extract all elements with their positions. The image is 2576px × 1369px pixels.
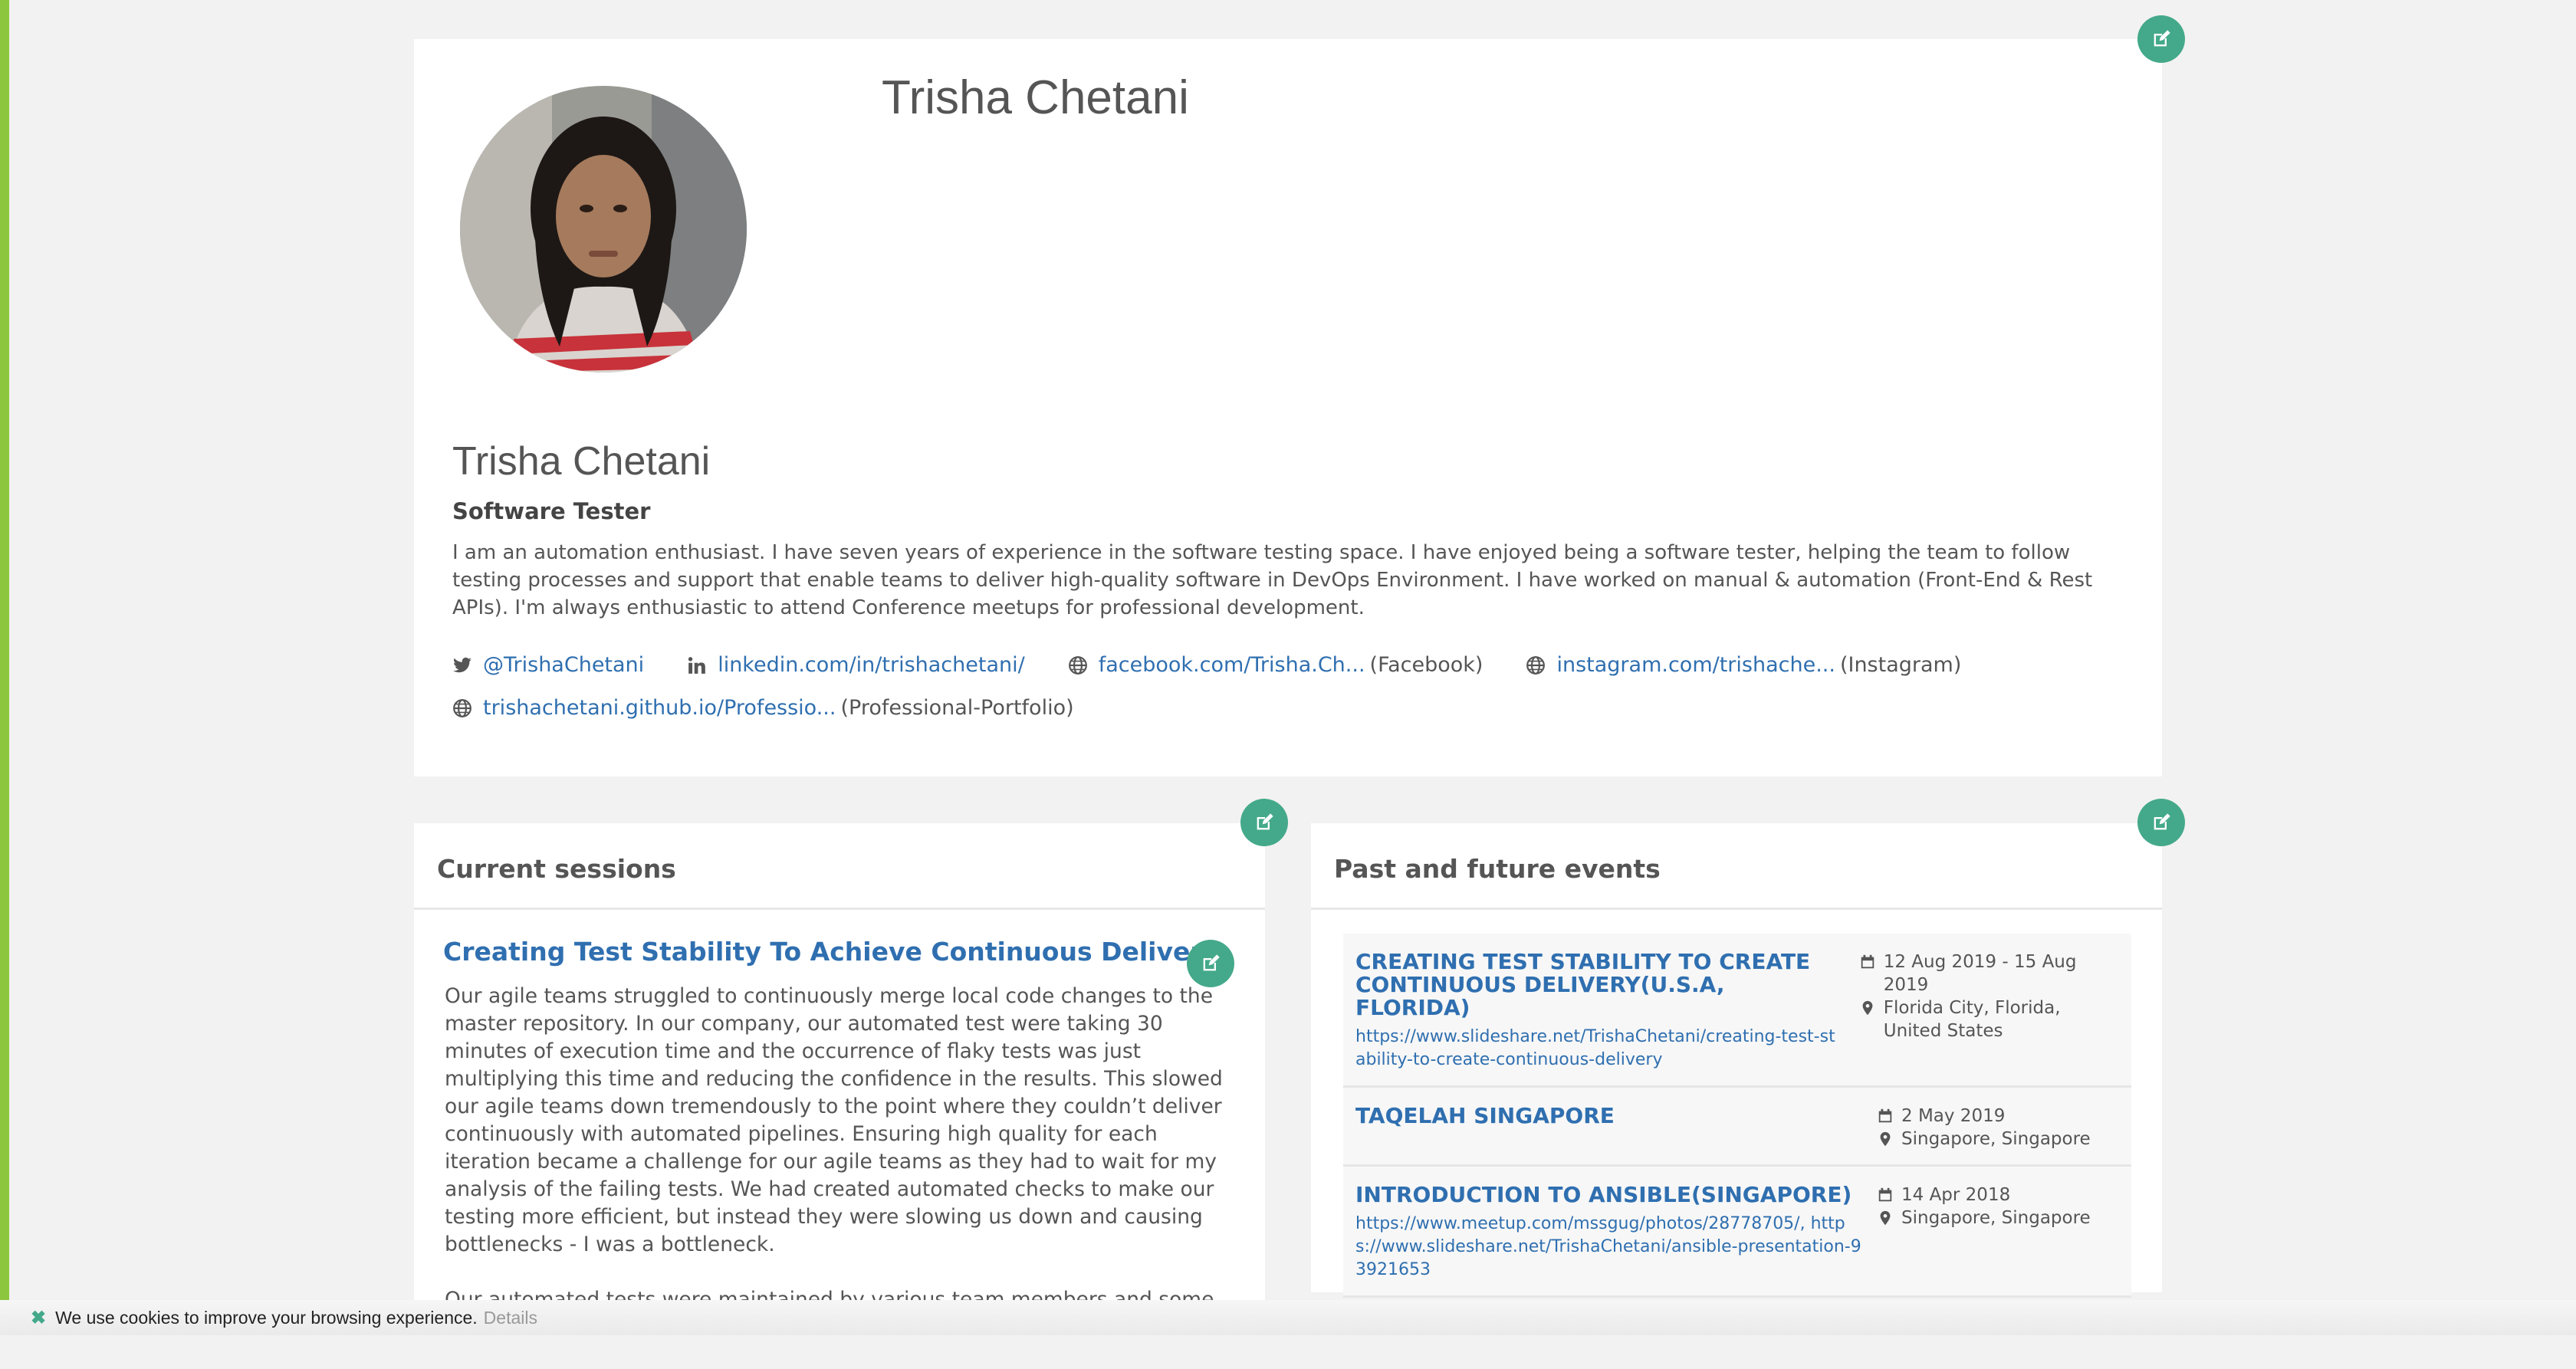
close-icon[interactable]: ✖ [31,1307,46,1329]
session-title[interactable]: Creating Test Stability To Achieve Conti… [443,937,1219,967]
session-paragraph: Our agile teams struggled to continuousl… [445,984,1223,1256]
globe-icon [1526,655,1546,675]
social-link-instagram[interactable]: instagram.com/trishache... (Instagram) [1526,653,1961,677]
map-marker-icon [1880,1131,1891,1147]
cookie-details-link[interactable]: Details [484,1308,537,1328]
social-link-portfolio[interactable]: trishachetani.github.io/Professio... (Pr… [452,696,1074,720]
twitter-link[interactable]: @TrishaChetani [483,653,644,677]
twitter-icon [452,655,472,675]
instagram-label: (Instagram) [1839,653,1962,677]
edit-profile-button[interactable] [2137,15,2185,63]
globe-icon [1068,655,1088,675]
event-location: Singapore, Singapore [1901,1208,2091,1228]
social-link-facebook[interactable]: facebook.com/Trisha.Ch... (Facebook) [1068,653,1484,677]
edit-sessions-button[interactable] [1240,799,1288,846]
edit-session-button[interactable] [1187,940,1234,987]
event-date: 14 Apr 2018 [1901,1185,2011,1205]
profile-bio: I am an automation enthusiast. I have se… [452,541,2093,619]
event-location: Singapore, Singapore [1901,1129,2091,1149]
cookie-message: We use cookies to improve your browsing … [55,1307,478,1328]
facebook-link[interactable]: facebook.com/Trisha.Ch... [1099,653,1365,677]
portfolio-link[interactable]: trishachetani.github.io/Professio... [483,696,836,720]
calendar-icon [1878,1187,1892,1202]
event-links[interactable]: https://www.slideshare.net/TrishaChetani… [1355,1026,1844,1072]
events-list: CREATING TEST STABILITY TO CREATE CONTIN… [1343,934,2131,1298]
event-item: CREATING TEST STABILITY TO CREATE CONTIN… [1343,934,2131,1088]
linkedin-link[interactable]: linkedin.com/in/trishachetani/ [718,653,1025,677]
event-date: 12 Aug 2019 - 15 Aug 2019 [1883,952,2077,995]
social-link-twitter[interactable]: @TrishaChetani [452,653,644,677]
sessions-heading: Current sessions [437,854,676,884]
event-title[interactable]: CREATING TEST STABILITY TO CREATE CONTIN… [1355,950,1844,1019]
edit-icon [2154,30,2170,47]
edit-icon [1257,813,1273,830]
calendar-icon [1878,1108,1892,1123]
left-accent-stripe [0,0,9,1335]
portfolio-label: (Professional-Portfolio) [840,696,1074,720]
edit-events-button[interactable] [2137,799,2185,846]
event-title[interactable]: INTRODUCTION TO ANSIBLE(SINGAPORE) [1355,1184,1861,1206]
event-date: 2 May 2019 [1901,1106,2006,1126]
event-item: INTRODUCTION TO ANSIBLE(SINGAPORE) https… [1343,1167,2131,1298]
globe-icon [452,698,472,718]
event-location: Florida City, Florida, United States [1883,998,2061,1041]
header-name: Trisha Chetani [882,71,1189,124]
map-marker-icon [1862,1000,1873,1016]
cookie-banner: ✖ We use cookies to improve your browsin… [0,1300,2576,1335]
calendar-icon [1861,954,1874,969]
sessions-divider [414,908,1265,910]
instagram-link[interactable]: instagram.com/trishache... [1556,653,1835,677]
profile-name: Trisha Chetani [452,439,711,484]
profile-avatar [460,86,747,373]
events-heading: Past and future events [1334,854,1661,884]
social-links-row-2: trishachetani.github.io/Professio... (Pr… [452,696,1117,720]
edit-icon [1203,954,1220,971]
events-divider [1311,908,2162,910]
facebook-label: (Facebook) [1369,653,1484,677]
profile-job-title: Software Tester [452,498,651,524]
linkedin-icon [687,655,707,675]
edit-icon [2154,813,2170,830]
event-item: TAQELAH SINGAPORE 2 May 2019 Singapore, … [1343,1088,2131,1167]
social-links-row-1: @TrishaChetani linkedin.com/in/trishache… [452,653,2004,677]
map-marker-icon [1880,1210,1891,1226]
event-links[interactable]: https://www.meetup.com/mssgug/photos/287… [1355,1213,1861,1282]
event-title[interactable]: TAQELAH SINGAPORE [1355,1105,1861,1128]
social-link-linkedin[interactable]: linkedin.com/in/trishachetani/ [687,653,1025,677]
